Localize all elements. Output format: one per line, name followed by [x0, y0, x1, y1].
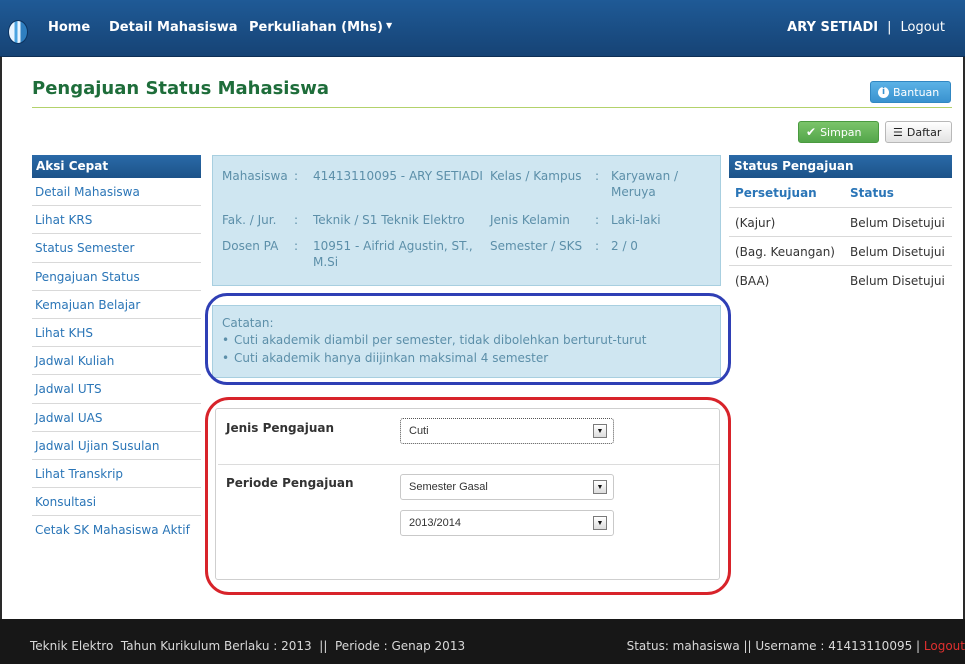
status-value: Belum Disetujui: [850, 274, 945, 288]
title-divider: [32, 107, 952, 108]
mahasiswa-value: 41413110095 - ARY SETIADI: [313, 169, 483, 183]
kelas-kampus-value: Karyawan /: [611, 169, 679, 183]
nav-home[interactable]: Home: [48, 20, 90, 35]
fak-jur-value: Teknik / S1 Teknik Elektro: [313, 213, 465, 227]
sidebar-item-jadwal-uts[interactable]: Jadwal UTS: [32, 375, 201, 404]
sidebar-item-kemajuan-belajar[interactable]: Kemajuan Belajar: [32, 291, 201, 319]
footer-user-info: Status: mahasiswa || Username : 41413110…: [627, 639, 965, 653]
page-footer: Teknik Elektro Tahun Kurikulum Berlaku :…: [0, 619, 965, 664]
status-row: (Bag. Keuangan) Belum Disetujui: [729, 237, 952, 266]
status-approver: (BAA): [735, 274, 770, 288]
sidebar-item-detail-mahasiswa[interactable]: Detail Mahasiswa: [32, 178, 201, 207]
sidebar-item-jadwal-kuliah[interactable]: Jadwal Kuliah: [32, 347, 201, 376]
red-highlight-annotation: [205, 397, 731, 595]
list-button[interactable]: ☰ Daftar: [885, 121, 952, 143]
semester-sks-value: 2 / 0: [611, 239, 638, 253]
footer-status-text: Status: mahasiswa || Username : 41413110…: [626, 639, 924, 653]
caret-down-icon: ▼: [385, 21, 393, 30]
status-pengajuan-panel: Status Pengajuan Persetujuan Status (Kaj…: [729, 155, 952, 295]
sidebar-item-jadwal-ujian-susulan[interactable]: Jadwal Ujian Susulan: [32, 432, 201, 460]
status-row: (BAA) Belum Disetujui: [729, 266, 952, 295]
nav-user-area: ARY SETIADI | Logout: [787, 20, 945, 35]
list-icon: ☰: [893, 125, 903, 139]
nav-separator: |: [887, 20, 892, 35]
fak-jur-label: Fak. / Jur.: [222, 213, 277, 227]
kelas-kampus-value-line2: Meruya: [611, 185, 656, 199]
status-panel-title: Status Pengajuan: [729, 155, 952, 178]
university-logo-icon[interactable]: [8, 20, 28, 44]
info-colon: :: [294, 239, 299, 253]
sidebar-title: Aksi Cepat: [32, 155, 201, 178]
save-button[interactable]: ✔ Simpan: [798, 121, 879, 143]
page-title: Pengajuan Status Mahasiswa: [32, 78, 329, 99]
sidebar-item-lihat-transkrip[interactable]: Lihat Transkrip: [32, 460, 201, 489]
status-value: Belum Disetujui: [850, 245, 945, 259]
gender-value: Laki-laki: [611, 213, 661, 227]
help-button-label: Bantuan: [893, 85, 940, 99]
status-row: (Kajur) Belum Disetujui: [729, 208, 952, 237]
footer-info: Teknik Elektro Tahun Kurikulum Berlaku :…: [30, 639, 466, 653]
info-colon: :: [294, 213, 299, 227]
sidebar-item-pengajuan-status[interactable]: Pengajuan Status: [32, 263, 201, 291]
status-value: Belum Disetujui: [850, 216, 945, 230]
sidebar-item-lihat-krs[interactable]: Lihat KRS: [32, 206, 201, 235]
sidebar-item-cetak-sk[interactable]: Cetak SK Mahasiswa Aktif: [32, 516, 201, 544]
footer-logout-link[interactable]: Logout: [924, 639, 965, 653]
info-colon: :: [595, 239, 600, 253]
nav-perkuliahan-dropdown[interactable]: Perkuliahan (Mhs) ▼: [249, 20, 392, 35]
col-persetujuan: Persetujuan: [735, 186, 817, 200]
list-button-label: Daftar: [906, 125, 942, 139]
sidebar-item-lihat-khs[interactable]: Lihat KHS: [32, 319, 201, 348]
user-name[interactable]: ARY SETIADI: [787, 20, 878, 35]
info-icon: i: [878, 86, 889, 98]
mahasiswa-label: Mahasiswa: [222, 169, 288, 183]
nav-detail-mahasiswa[interactable]: Detail Mahasiswa: [109, 20, 237, 35]
help-button[interactable]: i Bantuan: [870, 81, 951, 103]
sidebar-item-konsultasi[interactable]: Konsultasi: [32, 488, 201, 517]
info-colon: :: [595, 213, 600, 227]
dosen-pa-value: 10951 - Aifrid Agustin, ST.,: [313, 239, 473, 253]
logout-link[interactable]: Logout: [900, 20, 945, 35]
check-icon: ✔: [806, 125, 817, 139]
save-button-label: Simpan: [820, 125, 862, 139]
col-status: Status: [850, 186, 894, 200]
sidebar-item-jadwal-uas[interactable]: Jadwal UAS: [32, 404, 201, 432]
status-approver: (Kajur): [735, 216, 776, 230]
status-table-header: Persetujuan Status: [729, 178, 952, 208]
semester-sks-label: Semester / SKS: [490, 239, 583, 253]
top-navbar: Home Detail Mahasiswa Perkuliahan (Mhs) ▼…: [0, 0, 965, 57]
dosen-pa-value-line2: M.Si: [313, 255, 339, 269]
info-colon: :: [294, 169, 299, 183]
status-approver: (Bag. Keuangan): [735, 245, 835, 259]
gender-label: Jenis Kelamin: [490, 213, 570, 227]
dosen-pa-label: Dosen PA: [222, 239, 279, 253]
nav-perkuliahan-label: Perkuliahan (Mhs): [249, 20, 383, 35]
student-info-box: Mahasiswa : 41413110095 - ARY SETIADI Fa…: [212, 155, 721, 286]
blue-highlight-annotation: [205, 293, 731, 385]
kelas-kampus-label: Kelas / Kampus: [490, 169, 582, 183]
info-colon: :: [595, 169, 600, 183]
sidebar-item-status-semester[interactable]: Status Semester: [32, 234, 201, 263]
quick-actions-sidebar: Aksi Cepat Detail Mahasiswa Lihat KRS St…: [32, 155, 201, 544]
